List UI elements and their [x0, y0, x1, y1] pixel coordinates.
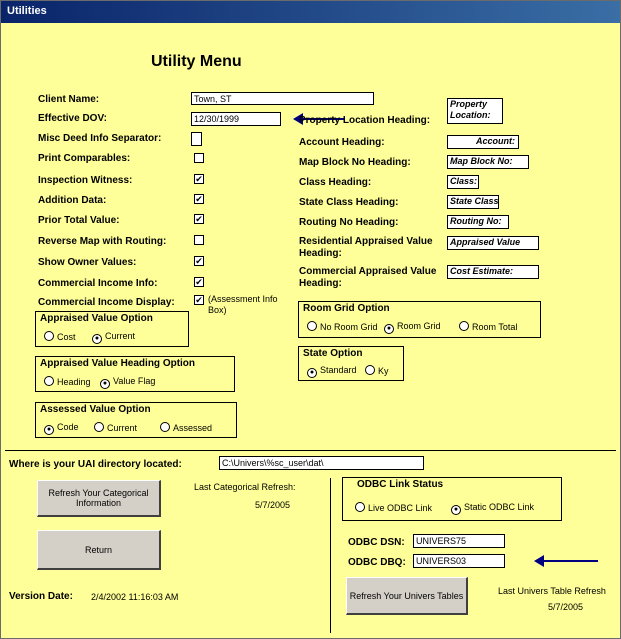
- client-name-label: Client Name:: [38, 94, 100, 105]
- map-block-heading-label: Map Block No Heading:: [299, 157, 411, 168]
- left-arrow-icon: [534, 555, 598, 567]
- section-divider: [5, 450, 616, 451]
- assessed-option-current[interactable]: Current: [94, 422, 137, 434]
- odbc-dsn-label: ODBC DSN:: [348, 537, 405, 548]
- appraised-heading-option-group: Appraised Value Heading Option Heading ●…: [35, 356, 235, 392]
- state-option-title: State Option: [303, 348, 363, 359]
- appraised-heading-option-heading[interactable]: Heading: [44, 376, 91, 388]
- client-name-input[interactable]: Town, ST: [191, 92, 374, 105]
- state-class-heading-label: State Class Heading:: [299, 197, 399, 208]
- addition-data-label: Addition Data:: [38, 195, 107, 206]
- utilities-window: Utilities Utility Menu Client Name: Town…: [0, 0, 621, 639]
- effective-date-label: Effective DOV:: [38, 113, 107, 124]
- commercial-income-info-checkbox[interactable]: ✔: [194, 277, 204, 287]
- commercial-heading-label: Commercial Appraised Value Heading:: [299, 266, 437, 289]
- print-comparables-checkbox[interactable]: [194, 153, 204, 163]
- checkmark-icon: ✔: [195, 256, 203, 266]
- assessed-option-code[interactable]: ● Code: [44, 422, 79, 435]
- refresh-categorical-button[interactable]: Refresh Your Categorical Information: [37, 480, 161, 517]
- appraised-heading-option-title: Appraised Value Heading Option: [40, 358, 196, 369]
- property-location-heading-label: Property Location Heading:: [299, 115, 431, 126]
- checkmark-icon: ✔: [195, 174, 203, 184]
- state-option-ky[interactable]: Ky: [365, 365, 389, 377]
- inspection-witness-checkbox[interactable]: ✔: [194, 174, 204, 184]
- commercial-heading-input[interactable]: Cost Estimate:: [447, 265, 539, 279]
- refresh-univers-tables-button[interactable]: Refresh Your Univers Tables: [346, 577, 468, 615]
- odbc-static-link-option[interactable]: ● Static ODBC Link: [451, 502, 534, 515]
- inspection-witness-label: Inspection Witness:: [38, 175, 133, 186]
- room-grid-option-1[interactable]: No Room Grid: [307, 321, 378, 333]
- state-option-group: State Option ● Standard Ky: [298, 346, 404, 381]
- page-title: Utility Menu: [151, 53, 242, 70]
- account-heading-input[interactable]: Account:: [447, 135, 519, 149]
- room-grid-option-3[interactable]: Room Total: [459, 321, 517, 333]
- room-grid-option-title: Room Grid Option: [303, 303, 390, 314]
- prior-total-value-checkbox[interactable]: ✔: [194, 214, 204, 224]
- odbc-link-status-title: ODBC Link Status: [357, 479, 444, 490]
- last-univers-refresh-label: Last Univers Table Refresh: [498, 586, 606, 596]
- state-option-standard[interactable]: ● Standard: [307, 365, 357, 378]
- commercial-income-display-checkbox[interactable]: ✔: [194, 295, 204, 305]
- version-date-value: 2/4/2002 11:16:03 AM: [91, 592, 179, 602]
- routing-heading-label: Routing No Heading:: [299, 217, 399, 228]
- residential-heading-input[interactable]: Appraised Value: [447, 236, 539, 250]
- appraised-value-option-group: Appraised Value Option Cost ● Current: [35, 311, 189, 347]
- title-bar: Utilities: [1, 1, 620, 23]
- odbc-link-status-group: ODBC Link Status Live ODBC Link ● Static …: [342, 477, 562, 521]
- assessment-info-note: (Assessment Info Box): [208, 294, 278, 315]
- last-categorical-refresh-date: 5/7/2005: [255, 500, 291, 510]
- class-heading-input[interactable]: Class:: [447, 175, 479, 189]
- residential-heading-label: Residential Appraised Value Heading:: [299, 236, 433, 259]
- assessed-option-assessed[interactable]: Assessed: [160, 422, 212, 434]
- odbc-dsn-input[interactable]: UNIVERS75: [413, 534, 505, 548]
- account-heading-label: Account Heading:: [299, 137, 385, 148]
- property-location-heading-input[interactable]: Property Location:: [447, 98, 503, 124]
- assessed-value-option-group: Assessed Value Option ● Code Current Asse…: [35, 402, 237, 438]
- version-date-label: Version Date:: [9, 591, 73, 602]
- room-grid-option-group: Room Grid Option No Room Grid ● Room Grid…: [298, 301, 541, 338]
- room-grid-option-2[interactable]: ● Room Grid: [384, 321, 441, 334]
- class-heading-label: Class Heading:: [299, 177, 372, 188]
- odbc-live-link-option[interactable]: Live ODBC Link: [355, 502, 432, 514]
- checkmark-icon: ✔: [195, 277, 203, 287]
- odbc-dbq-input[interactable]: UNIVERS03: [413, 554, 505, 568]
- show-owner-values-checkbox[interactable]: ✔: [194, 256, 204, 266]
- print-comparables-label: Print Comparables:: [38, 153, 131, 164]
- misc-separator-input[interactable]: [191, 132, 202, 146]
- uai-directory-input[interactable]: C:\Univers\%sc_user\dat\: [219, 456, 424, 470]
- reverse-map-label: Reverse Map with Routing:: [38, 236, 167, 247]
- appraised-heading-option-value-flag[interactable]: ● Value Flag: [100, 376, 155, 389]
- effective-date-input[interactable]: 12/30/1999: [191, 112, 281, 126]
- misc-separator-label: Misc Deed Info Separator:: [38, 133, 162, 144]
- return-button[interactable]: Return: [37, 530, 161, 570]
- state-class-heading-input[interactable]: State Class: [447, 195, 499, 209]
- show-owner-values-label: Show Owner Values:: [38, 257, 137, 268]
- prior-total-value-label: Prior Total Value:: [38, 215, 120, 226]
- addition-data-checkbox[interactable]: ✔: [194, 194, 204, 204]
- checkmark-icon: ✔: [195, 295, 203, 305]
- reverse-map-checkbox[interactable]: [194, 235, 204, 245]
- appraised-option-current[interactable]: ● Current: [92, 331, 135, 344]
- last-univers-refresh-date: 5/7/2005: [548, 602, 584, 612]
- vertical-divider: [330, 478, 331, 633]
- odbc-dbq-label: ODBC DBQ:: [348, 557, 406, 568]
- checkmark-icon: ✔: [195, 194, 203, 204]
- commercial-income-display-label: Commercial Income Display:: [38, 297, 175, 308]
- window-title: Utilities: [7, 5, 47, 17]
- assessed-value-option-title: Assessed Value Option: [40, 404, 151, 415]
- routing-heading-input[interactable]: Routing No:: [447, 215, 509, 229]
- uai-directory-label: Where is your UAI directory located:: [9, 459, 182, 470]
- commercial-income-info-label: Commercial Income Info:: [38, 278, 158, 289]
- checkmark-icon: ✔: [195, 214, 203, 224]
- last-categorical-refresh-label: Last Categorical Refresh:: [194, 482, 296, 492]
- appraised-option-cost[interactable]: Cost: [44, 331, 76, 343]
- map-block-heading-input[interactable]: Map Block No:: [447, 155, 529, 169]
- appraised-value-option-title: Appraised Value Option: [40, 313, 153, 324]
